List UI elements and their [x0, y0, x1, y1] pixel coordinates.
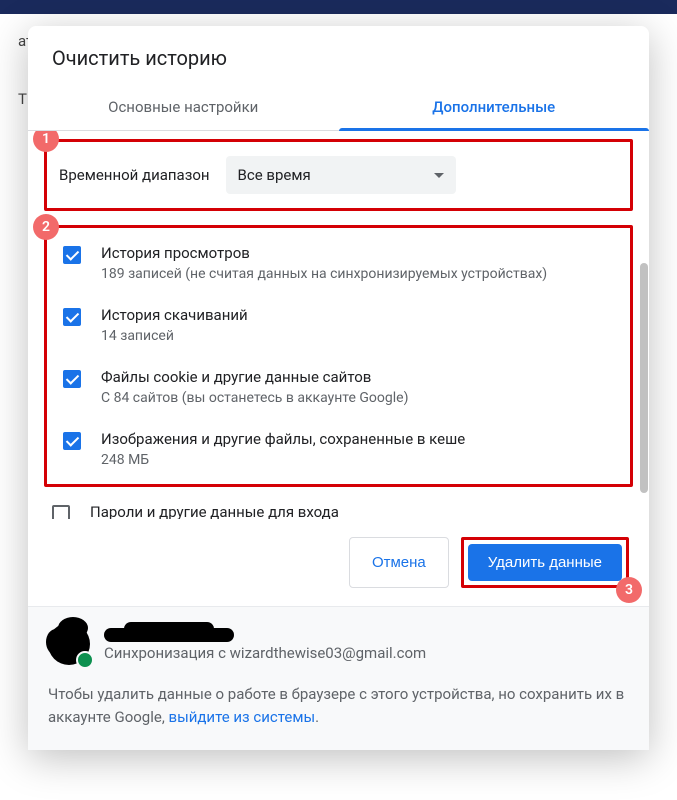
item-title: Изображения и другие файлы, сохраненные … [101, 430, 618, 448]
cancel-button[interactable]: Отмена [349, 537, 449, 588]
checkbox-download-history[interactable] [63, 308, 81, 326]
time-range-select[interactable]: Все время [226, 156, 456, 194]
chevron-down-icon [434, 173, 444, 178]
checkbox-passwords[interactable] [52, 505, 70, 519]
time-range-label: Временной диапазон [59, 166, 210, 184]
checkbox-browsing-history[interactable] [63, 246, 81, 264]
time-range-value: Все время [238, 166, 311, 184]
scrollbar[interactable] [640, 263, 648, 633]
list-item: Изображения и другие файлы, сохраненные … [55, 422, 622, 476]
tabs: Основные настройки Дополнительные [28, 86, 649, 131]
clear-history-modal: Очистить историю Основные настройки Допо… [28, 26, 649, 750]
checkbox-cookies[interactable] [63, 370, 81, 388]
sign-out-link[interactable]: выйдите из системы [169, 708, 316, 726]
item-title: История просмотров [101, 244, 618, 262]
annotation-badge-2: 2 [33, 214, 59, 240]
tab-basic[interactable]: Основные настройки [28, 86, 339, 130]
avatar [48, 623, 90, 665]
tab-advanced[interactable]: Дополнительные [339, 86, 650, 130]
delete-data-button[interactable]: Удалить данные [468, 544, 622, 581]
browser-topbar [0, 0, 677, 14]
annotation-badge-3: 3 [616, 577, 642, 603]
modal-title: Очистить историю [28, 26, 649, 86]
annotation-badge-1: 1 [33, 131, 59, 152]
item-title: История скачиваний [101, 306, 618, 324]
item-subtitle: 189 записей (не считая данных на синхрон… [101, 266, 618, 282]
checkbox-cached-images[interactable] [63, 432, 81, 450]
user-sync-text: Синхронизация с wizardthewise03@gmail.co… [104, 644, 426, 662]
item-subtitle: С 84 сайтов (вы останетесь в аккаунте Go… [101, 390, 618, 406]
item-subtitle: 14 записей [101, 328, 618, 344]
sync-status-icon [76, 651, 94, 669]
footer-note-text: . [315, 708, 319, 726]
scrollbar-thumb[interactable] [640, 263, 648, 493]
item-title: Файлы cookie и другие данные сайтов [101, 368, 618, 386]
annotation-box-3: Удалить данные 3 [461, 537, 629, 588]
user-row: Синхронизация с wizardthewise03@gmail.co… [48, 623, 629, 665]
list-item: История просмотров 189 записей (не счита… [55, 236, 622, 298]
item-title: Пароли и другие данные для входа [90, 503, 629, 519]
annotation-box-2: 2 История просмотров 189 записей (не счи… [44, 225, 633, 487]
list-item: Файлы cookie и другие данные сайтов С 84… [55, 360, 622, 422]
list-item: История скачиваний 14 записей [55, 298, 622, 360]
scroll-area[interactable]: 1 Временной диапазон Все время 2 История… [28, 131, 649, 519]
footer-note: Чтобы удалить данные о работе в браузере… [48, 683, 629, 728]
footer-note-text: Чтобы удалить данные о работе в браузере… [48, 685, 624, 726]
item-subtitle: 248 МБ [101, 452, 618, 468]
list-item: Пароли и другие данные для входа 27 синх… [44, 495, 633, 519]
modal-footer: Синхронизация с wizardthewise03@gmail.co… [28, 606, 649, 750]
annotation-box-1: 1 Временной диапазон Все время [44, 139, 633, 211]
user-name-redacted [104, 626, 244, 644]
modal-actions: Отмена Удалить данные 3 [28, 519, 649, 606]
